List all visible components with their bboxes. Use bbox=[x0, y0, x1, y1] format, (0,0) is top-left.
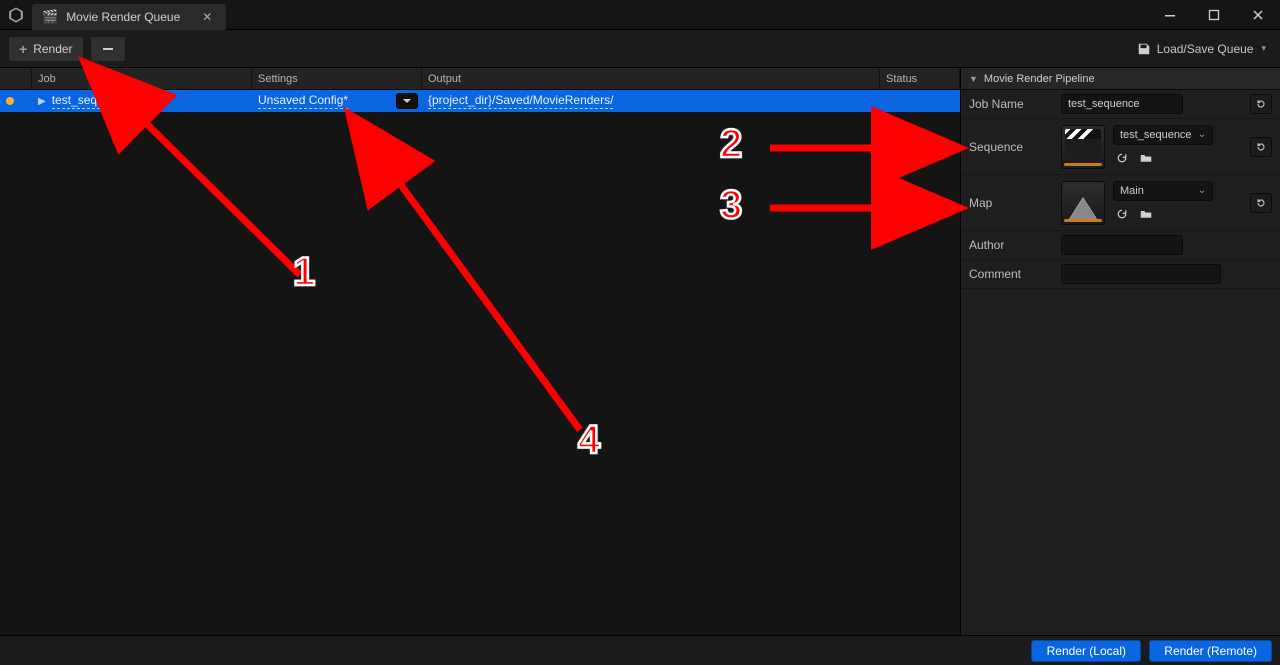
section-collapse-icon[interactable]: ▼ bbox=[969, 74, 978, 84]
queue-row[interactable]: ▶ test_sequence Unsaved Config* {project… bbox=[0, 90, 960, 112]
use-selected-asset-button[interactable] bbox=[1113, 149, 1131, 167]
map-dropdown[interactable]: Main ⌄ bbox=[1113, 181, 1213, 201]
load-save-label: Load/Save Queue bbox=[1157, 42, 1254, 56]
settings-preset-dropdown[interactable] bbox=[396, 93, 418, 109]
prop-job-name: Job Name bbox=[961, 90, 1280, 119]
details-panel: ▼ Movie Render Pipeline Job Name Sequenc… bbox=[960, 68, 1280, 635]
sequence-dropdown[interactable]: test_sequence ⌄ bbox=[1113, 125, 1213, 145]
sequence-thumb-icon bbox=[1065, 129, 1101, 165]
prop-sequence: Sequence test_sequence ⌄ bbox=[961, 119, 1280, 175]
maximize-button[interactable] bbox=[1192, 0, 1236, 30]
section-title: Movie Render Pipeline bbox=[984, 73, 1095, 85]
use-selected-map-button[interactable] bbox=[1113, 205, 1131, 223]
comment-label: Comment bbox=[969, 267, 1053, 281]
save-icon bbox=[1137, 42, 1151, 56]
sequence-value: test_sequence bbox=[1120, 129, 1192, 141]
section-header[interactable]: ▼ Movie Render Pipeline bbox=[961, 68, 1280, 90]
sequence-label: Sequence bbox=[969, 140, 1053, 154]
browse-to-map-button[interactable] bbox=[1137, 205, 1155, 223]
footer: Render (Local) Render (Remote) bbox=[0, 635, 1280, 665]
reset-job-name-button[interactable] bbox=[1250, 94, 1272, 114]
col-job[interactable]: Job bbox=[32, 68, 252, 89]
titlebar: 🎬 Movie Render Queue ✕ bbox=[0, 0, 1280, 30]
tab-title: Movie Render Queue bbox=[66, 10, 180, 24]
render-add-label: Render bbox=[33, 42, 72, 56]
col-settings[interactable]: Settings bbox=[252, 68, 422, 89]
job-name-input[interactable] bbox=[1061, 94, 1183, 114]
status-cell bbox=[880, 90, 960, 112]
load-save-queue-dropdown[interactable]: Load/Save Queue ▾ bbox=[1131, 30, 1272, 67]
settings-link[interactable]: Unsaved Config* bbox=[258, 93, 348, 109]
author-label: Author bbox=[969, 238, 1053, 252]
sequence-thumb[interactable] bbox=[1061, 125, 1105, 169]
job-name-label: Job Name bbox=[969, 97, 1053, 111]
map-value: Main bbox=[1120, 185, 1144, 197]
col-handle bbox=[0, 68, 32, 89]
queue-header: Job Settings Output Status bbox=[0, 68, 960, 90]
toolbar: + Render Load/Save Queue ▾ bbox=[0, 30, 1280, 68]
render-remote-button[interactable]: Render (Remote) bbox=[1149, 640, 1272, 662]
window-controls bbox=[1148, 0, 1280, 30]
comment-input[interactable] bbox=[1061, 264, 1221, 284]
reset-map-button[interactable] bbox=[1250, 193, 1272, 213]
render-local-button[interactable]: Render (Local) bbox=[1031, 640, 1141, 662]
prop-comment: Comment bbox=[961, 260, 1280, 289]
job-name-link[interactable]: test_sequence bbox=[52, 93, 130, 109]
queue-pane: Job Settings Output Status ▶ test_sequen… bbox=[0, 68, 960, 635]
reset-sequence-button[interactable] bbox=[1250, 137, 1272, 157]
chevron-down-icon: ⌄ bbox=[1198, 185, 1206, 196]
map-thumb-icon bbox=[1066, 186, 1100, 220]
plus-icon: + bbox=[19, 42, 27, 56]
close-button[interactable] bbox=[1236, 0, 1280, 30]
prop-author: Author bbox=[961, 231, 1280, 260]
window-tab[interactable]: 🎬 Movie Render Queue ✕ bbox=[32, 4, 226, 30]
browse-to-asset-button[interactable] bbox=[1137, 149, 1155, 167]
author-input[interactable] bbox=[1061, 235, 1183, 255]
expand-arrow-icon[interactable]: ▶ bbox=[38, 96, 46, 107]
map-label: Map bbox=[969, 196, 1053, 210]
remove-job-button[interactable] bbox=[90, 36, 126, 62]
clapboard-icon: 🎬 bbox=[42, 9, 58, 25]
dropdown-carets-icon: ▾ bbox=[1261, 43, 1266, 54]
enabled-dot-icon bbox=[6, 97, 14, 105]
col-output[interactable]: Output bbox=[422, 68, 880, 89]
chevron-down-icon: ⌄ bbox=[1198, 129, 1206, 140]
map-thumb[interactable] bbox=[1061, 181, 1105, 225]
main-area: Job Settings Output Status ▶ test_sequen… bbox=[0, 68, 1280, 635]
tab-close-button[interactable]: ✕ bbox=[198, 8, 216, 26]
output-path-link[interactable]: {project_dir}/Saved/MovieRenders/ bbox=[428, 93, 613, 109]
prop-map: Map Main ⌄ bbox=[961, 175, 1280, 231]
ue-logo-icon bbox=[0, 0, 32, 30]
col-status[interactable]: Status bbox=[880, 68, 960, 89]
render-add-button[interactable]: + Render bbox=[8, 36, 84, 62]
minimize-button[interactable] bbox=[1148, 0, 1192, 30]
